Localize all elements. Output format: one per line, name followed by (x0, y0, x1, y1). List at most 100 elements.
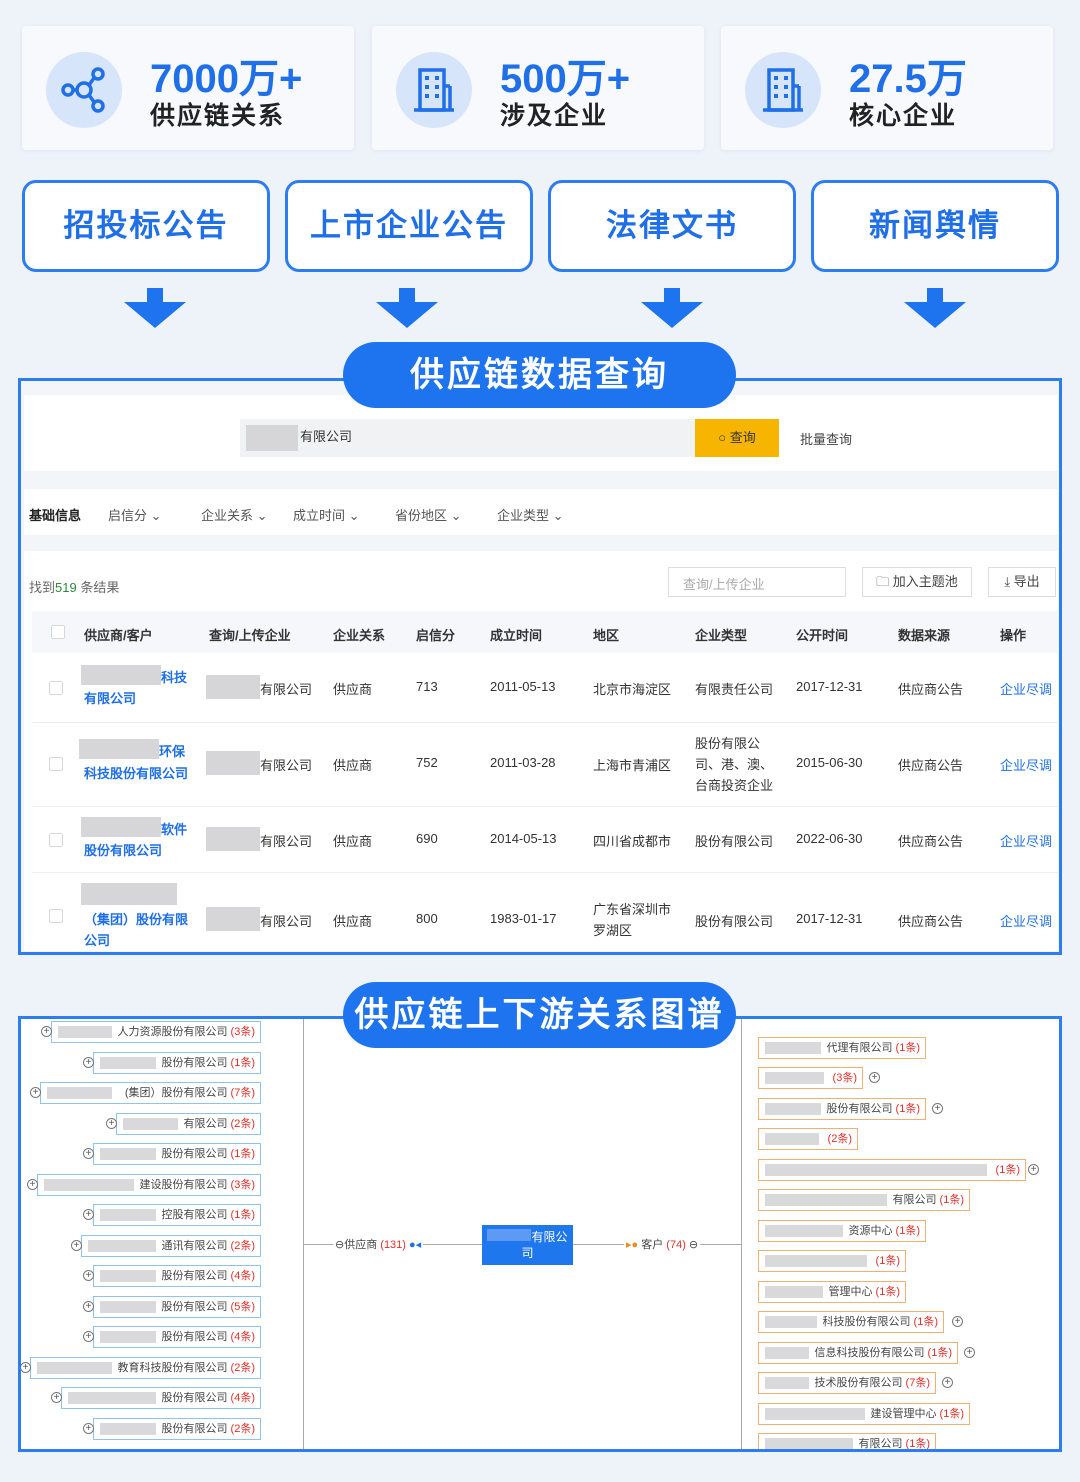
customer-node[interactable]: 建设管理中心 (1条) (758, 1403, 970, 1425)
expand-icon[interactable]: + (83, 1148, 94, 1159)
row-checkbox[interactable] (49, 681, 63, 695)
query-company: 有限公司 (260, 682, 313, 697)
filter-relation[interactable]: 企业关系 ⌄ (201, 505, 268, 524)
row-checkbox[interactable] (49, 833, 63, 847)
row-checkbox[interactable] (49, 757, 63, 771)
search-icon: ○ (718, 430, 730, 445)
blurred-text (81, 817, 161, 837)
relation: 供应商 (333, 834, 373, 849)
col-published: 公开时间 (796, 628, 849, 643)
select-all-checkbox[interactable] (51, 625, 65, 639)
blurred-text (765, 1347, 809, 1359)
customer-node[interactable]: 股份有限公司 (1条) (758, 1098, 926, 1120)
supplier-name-cont[interactable]: 有限公司 (84, 688, 136, 707)
supplier-node[interactable]: 人力资源股份有限公司 (3条) (51, 1021, 261, 1043)
supplier-name[interactable]: 环保 (159, 741, 185, 760)
blurred-text (765, 1225, 843, 1237)
supplier-node[interactable]: 股份有限公司 (4条) (93, 1265, 261, 1287)
supplier-node[interactable]: 股份有限公司 (1条) (93, 1052, 261, 1074)
expand-icon[interactable]: + (83, 1209, 94, 1220)
expand-icon[interactable]: + (21, 1362, 31, 1373)
supplier-name-cont[interactable]: 科技股份有限公司 (84, 763, 188, 782)
stat-card-relations: 7000万+ 供应链关系 (22, 26, 354, 150)
supplier-node[interactable]: 股份有限公司 (4条) (93, 1326, 261, 1348)
due-diligence-link[interactable]: 企业尽调 (1000, 755, 1052, 774)
filter-credit-score[interactable]: 启信分 ⌄ (108, 505, 162, 524)
customer-node[interactable]: 管理中心 (1条) (758, 1281, 906, 1303)
table-header: 供应商/客户 查询/上传企业 企业关系 启信分 成立时间 地区 企业类型 公开时… (32, 611, 1058, 653)
customer-node[interactable]: (1条) (758, 1250, 906, 1272)
supplier-name-cont[interactable]: 公司 (84, 930, 110, 949)
customer-node[interactable]: 代理有限公司 (1条) (758, 1037, 926, 1059)
customer-node[interactable]: 科技股份有限公司 (1条) (758, 1311, 944, 1333)
customer-node[interactable]: 技术股份有限公司 (7条) (758, 1372, 936, 1394)
customer-branch-label[interactable]: ▸● 客户 (74) ⊖ (624, 1236, 701, 1252)
supplier-name[interactable]: （集团）股份有限 (84, 909, 188, 928)
expand-icon[interactable]: + (27, 1179, 38, 1190)
supplier-node[interactable]: 股份有限公司 (2条) (93, 1418, 261, 1440)
company-filter-input[interactable]: 查询/上传企业 (668, 567, 846, 597)
blurred-text (100, 1423, 156, 1435)
add-topic-button[interactable]: 🗀 加入主题池 (862, 567, 972, 597)
export-button[interactable]: ⤓ 导出 (988, 567, 1056, 597)
blurred-text (44, 1179, 134, 1191)
filter-founded[interactable]: 成立时间 ⌄ (293, 505, 360, 524)
customer-node[interactable]: (2条) (758, 1128, 858, 1150)
expand-icon[interactable]: + (869, 1072, 880, 1083)
due-diligence-link[interactable]: 企业尽调 (1000, 831, 1052, 850)
customer-node[interactable]: 有限公司 (1条) (758, 1189, 970, 1211)
supplier-node[interactable]: 建设股份有限公司 (3条) (37, 1174, 261, 1196)
supplier-name[interactable]: 软件 (161, 819, 187, 838)
customer-node[interactable]: 资源中心 (1条) (758, 1220, 926, 1242)
expand-icon[interactable]: + (83, 1301, 94, 1312)
search-button-label: 查询 (729, 430, 756, 445)
table-row: （集团）股份有限 公司 有限公司 供应商 800 1983-01-17 广东省深… (32, 873, 1058, 951)
supplier-node[interactable]: 股份有限公司 (5条) (93, 1296, 261, 1318)
expand-icon[interactable]: + (30, 1087, 41, 1098)
col-relation: 企业关系 (333, 628, 386, 643)
center-company-node[interactable]: 有限公司 (482, 1225, 573, 1265)
expand-icon[interactable]: + (952, 1316, 963, 1327)
supplier-node[interactable]: 股份有限公司 (4条) (61, 1387, 261, 1409)
expand-icon[interactable]: + (83, 1423, 94, 1434)
expand-icon[interactable]: + (964, 1347, 975, 1358)
expand-icon[interactable]: + (71, 1240, 82, 1251)
relation: 供应商 (333, 914, 373, 929)
due-diligence-link[interactable]: 企业尽调 (1000, 679, 1052, 698)
expand-icon[interactable]: + (83, 1057, 94, 1068)
expand-icon[interactable]: + (83, 1270, 94, 1281)
expand-icon[interactable]: + (51, 1392, 62, 1403)
blurred-text (206, 675, 260, 699)
batch-query-link[interactable]: 批量查询 (800, 429, 852, 448)
search-input[interactable]: 有限公司 (240, 419, 696, 457)
supplier-node[interactable]: (集团）股份有限公司 (7条) (40, 1082, 261, 1104)
due-diligence-link[interactable]: 企业尽调 (1000, 911, 1052, 930)
expand-icon[interactable]: + (1028, 1164, 1039, 1175)
search-button[interactable]: ○ 查询 (695, 419, 779, 457)
supplier-name-cont[interactable]: 股份有限公司 (84, 840, 162, 859)
supplier-node[interactable]: 股份有限公司 (1条) (93, 1143, 261, 1165)
blurred-text (765, 1316, 817, 1328)
customer-node[interactable]: (1条) (758, 1159, 1026, 1181)
founded: 2011-03-28 (490, 755, 556, 770)
supplier-node[interactable]: 教育科技股份有限公司 (2条) (30, 1357, 261, 1379)
expand-icon[interactable]: + (83, 1331, 94, 1342)
expand-icon[interactable]: + (942, 1377, 953, 1388)
tree-line (741, 1019, 742, 1449)
row-checkbox[interactable] (49, 909, 63, 923)
customer-node[interactable]: 信息科技股份有限公司 (1条) (758, 1342, 958, 1364)
blurred-text (79, 739, 159, 759)
filter-company-type[interactable]: 企业类型 ⌄ (497, 505, 564, 524)
supplier-node[interactable]: 有限公司 (2条) (116, 1113, 261, 1135)
supplier-node[interactable]: 控股有限公司 (1条) (93, 1204, 261, 1226)
expand-icon[interactable]: + (41, 1026, 52, 1037)
expand-icon[interactable]: + (932, 1103, 943, 1114)
supplier-name[interactable]: 科技 (161, 667, 187, 686)
customer-node[interactable]: (3条) (758, 1067, 863, 1089)
supplier-node[interactable]: 通讯有限公司 (2条) (81, 1235, 261, 1257)
filter-region[interactable]: 省份地区 ⌄ (395, 505, 462, 524)
supplier-branch-label[interactable]: ⊖供应商 (131) ●◂ (333, 1236, 424, 1252)
expand-icon[interactable]: + (106, 1118, 117, 1129)
filter-base-info[interactable]: 基础信息 (29, 505, 81, 524)
customer-node[interactable]: 有限公司 (1条) (758, 1433, 936, 1449)
